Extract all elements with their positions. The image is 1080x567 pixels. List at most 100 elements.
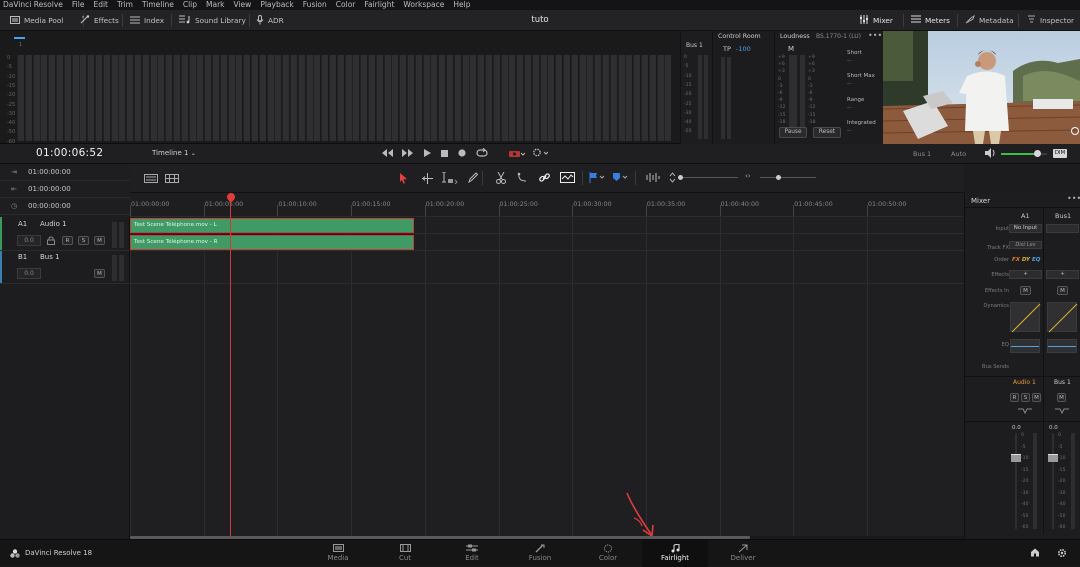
strip-a1-record-button[interactable]: R	[1010, 393, 1019, 402]
fader-bus1-handle[interactable]	[1048, 454, 1058, 462]
play-button[interactable]	[424, 149, 431, 159]
track-header-b1[interactable]: B1 Bus 1 0.0 M	[0, 251, 130, 284]
timecode-display[interactable]: 01:00:06:52	[36, 147, 103, 159]
menu-fusion[interactable]: Fusion	[303, 0, 327, 10]
mixer-options-icon[interactable]: •••	[1067, 194, 1080, 203]
page-tab-color[interactable]: Color	[575, 540, 641, 567]
horizontal-zoom-knob[interactable]	[776, 175, 781, 180]
record-button[interactable]	[458, 149, 466, 159]
loop-button[interactable]	[476, 147, 488, 160]
menu-mark[interactable]: Mark	[206, 0, 225, 10]
page-tab-edit[interactable]: Edit	[439, 540, 505, 567]
pencil-tool-button[interactable]	[468, 172, 479, 185]
timeline-tracks-area[interactable]: Test Scene Téléphone.mov - L Test Scene …	[130, 217, 964, 539]
menu-clip[interactable]: Clip	[183, 0, 197, 10]
sound-library-button[interactable]: Sound Library	[179, 10, 246, 31]
range-tool-button[interactable]	[422, 173, 433, 186]
settings-gear-icon[interactable]	[1057, 548, 1067, 560]
menu-file[interactable]: File	[72, 0, 85, 10]
bus-input-select[interactable]	[1046, 224, 1079, 233]
vertical-zoom-knob[interactable]	[678, 175, 683, 180]
page-tab-media[interactable]: Media	[305, 540, 371, 567]
waveform-view-button[interactable]	[560, 172, 575, 185]
pan-bus1-icon[interactable]	[1055, 408, 1069, 416]
order-value[interactable]: FX DY EQ	[1012, 257, 1040, 263]
loudness-pause-button[interactable]: Pause	[779, 127, 807, 138]
menu-view[interactable]: View	[234, 0, 252, 10]
effects-in-bus1-button[interactable]: M	[1057, 286, 1068, 295]
marker-button[interactable]	[612, 172, 628, 185]
effects-in-a1-button[interactable]: M	[1020, 286, 1031, 295]
edit-selection-button[interactable]	[442, 171, 458, 186]
mixer-toggle-button[interactable]: Mixer	[859, 10, 893, 31]
menu-playback[interactable]: Playback	[260, 0, 293, 10]
strip-a1-solo-button[interactable]: S	[1021, 393, 1030, 402]
strip-a1-name[interactable]: Audio 1	[1013, 379, 1036, 386]
menu-help[interactable]: Help	[453, 0, 470, 10]
timeline-ruler[interactable]: 01:00:00:00 01:00:05:00 01:00:10:00 01:00:1…	[130, 193, 964, 217]
input-select[interactable]: No Input	[1009, 224, 1042, 233]
menu-color[interactable]: Color	[336, 0, 356, 10]
main-volume-slider[interactable]	[1001, 150, 1047, 157]
track-level-field[interactable]: 0.0	[17, 235, 41, 246]
automation-button[interactable]	[532, 147, 549, 160]
menu-edit[interactable]: Edit	[93, 0, 108, 10]
page-tab-fusion[interactable]: Fusion	[507, 540, 573, 567]
home-icon[interactable]	[1030, 548, 1040, 559]
fader-bus1-track[interactable]	[1052, 433, 1054, 529]
automation-mode-label[interactable]: Auto	[951, 150, 966, 158]
in-point-row[interactable]: ⇥ 01:00:00:00	[0, 164, 130, 181]
dynamics-bus1-graph[interactable]	[1047, 302, 1078, 333]
track-view-button[interactable]	[144, 174, 158, 185]
horizontal-zoom-slider[interactable]	[760, 175, 816, 180]
page-tab-fairlight[interactable]: Fairlight	[642, 540, 708, 567]
menu-app[interactable]: DaVinci Resolve	[3, 0, 63, 10]
fader-a1-track[interactable]	[1015, 433, 1017, 529]
lock-icon[interactable]	[47, 236, 55, 247]
record-arm-button[interactable]	[509, 148, 526, 160]
waveform-zoom-button[interactable]	[646, 172, 660, 185]
record-arm-track-button[interactable]: R	[62, 236, 73, 245]
output-bus-label[interactable]: Bus 1	[913, 150, 931, 158]
track-header-a1[interactable]: A1 Audio 1 0.0 R S M	[0, 217, 130, 251]
selection-tool-button[interactable]	[399, 173, 408, 186]
index-button[interactable]: Index	[130, 10, 164, 31]
add-effect-a1-button[interactable]: +	[1009, 270, 1042, 279]
track-fx-select[interactable]: Dist Lev	[1009, 241, 1042, 249]
metadata-toggle-button[interactable]: Metadata	[965, 10, 1014, 31]
loudness-reset-button[interactable]: Reset	[813, 127, 841, 138]
eq-a1-graph[interactable]	[1010, 339, 1040, 353]
grid-view-button[interactable]	[165, 174, 179, 185]
vertical-zoom-slider[interactable]	[678, 175, 738, 180]
menu-workspace[interactable]: Workspace	[403, 0, 444, 10]
link-toggle-button[interactable]	[539, 172, 550, 185]
dim-button[interactable]: DIM	[1053, 149, 1067, 158]
page-tab-cut[interactable]: Cut	[372, 540, 438, 567]
pan-a1-icon[interactable]	[1018, 408, 1032, 416]
fader-a1-handle[interactable]	[1011, 454, 1021, 462]
menu-timeline[interactable]: Timeline	[142, 0, 174, 10]
strip-bus1-name[interactable]: Bus 1	[1054, 379, 1071, 386]
menu-trim[interactable]: Trim	[117, 0, 133, 10]
rewind-button[interactable]	[382, 149, 393, 159]
main-volume-knob[interactable]	[1033, 150, 1041, 157]
flag-button[interactable]	[589, 172, 605, 185]
media-pool-button[interactable]: Media Pool	[10, 10, 63, 31]
strip-a1-mute-button[interactable]: M	[1032, 393, 1041, 402]
effects-button[interactable]: Effects	[80, 10, 119, 31]
fast-forward-button[interactable]	[402, 149, 413, 159]
add-effect-bus1-button[interactable]: +	[1046, 270, 1079, 279]
timeline-selector[interactable]: Timeline 1 ⌄	[152, 149, 196, 157]
speaker-icon[interactable]	[985, 148, 996, 160]
track-name[interactable]: Audio 1	[40, 220, 67, 228]
dynamics-a1-graph[interactable]	[1010, 302, 1041, 333]
adr-button[interactable]: ADR	[256, 10, 284, 31]
strip-bus1-mute-button[interactable]: M	[1057, 393, 1066, 402]
eq-bus1-graph[interactable]	[1047, 339, 1077, 353]
track-name[interactable]: Bus 1	[40, 253, 60, 261]
duration-row[interactable]: ◷ 00:00:00:00	[0, 198, 130, 215]
page-tab-deliver[interactable]: Deliver	[710, 540, 776, 567]
out-point-row[interactable]: ⇤ 01:00:00:00	[0, 181, 130, 198]
solo-button[interactable]: S	[78, 236, 89, 245]
fade-tool-button[interactable]	[517, 172, 528, 185]
